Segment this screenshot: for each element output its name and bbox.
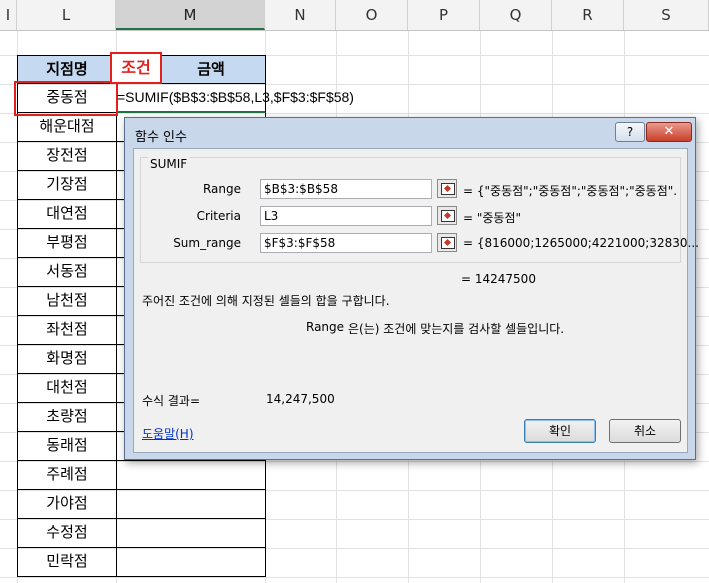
arguments-group: SUMIF Range $B$3:$B$58 = {"중동점";"중동점";"중…	[140, 157, 699, 263]
cancel-button[interactable]: 취소	[609, 419, 681, 443]
collapse-dialog-icon	[441, 237, 455, 249]
formula-result-label: 수식 결과=	[142, 394, 201, 408]
branch-cell[interactable]: 수정점	[17, 519, 117, 548]
sum-range-result: = {816000;1265000;4221000;32830...	[463, 236, 699, 250]
amount-cell[interactable]	[116, 519, 266, 548]
branch-cell[interactable]: 화명점	[17, 345, 117, 374]
column-header-o[interactable]: O	[336, 0, 408, 30]
branch-cell[interactable]: 동래점	[17, 432, 117, 461]
amount-cell[interactable]	[116, 461, 266, 490]
help-link[interactable]: 도움말(H)	[142, 425, 194, 442]
branch-cell[interactable]: 대연점	[17, 200, 117, 229]
branch-cell[interactable]: 대천점	[17, 374, 117, 403]
condition-label: 조건	[110, 52, 162, 84]
branch-cell[interactable]: 해운대점	[17, 113, 117, 142]
function-description: 주어진 조건에 의해 지정된 셀들의 합을 구합니다.	[142, 294, 390, 308]
collapse-dialog-icon	[441, 210, 455, 222]
close-button[interactable]: ✕	[646, 122, 692, 142]
range-input[interactable]: $B$3:$B$58	[260, 179, 432, 199]
branch-cell[interactable]: 가야점	[17, 490, 117, 519]
column-header-p[interactable]: P	[408, 0, 480, 30]
range-label: Range	[202, 182, 241, 196]
function-total-result: = 14247500	[461, 272, 536, 286]
criteria-result: = "중동점"	[463, 211, 522, 225]
criteria-collapse-button[interactable]	[437, 206, 457, 225]
branch-cell[interactable]: 부평점	[17, 229, 117, 258]
sum-range-collapse-button[interactable]	[437, 233, 457, 252]
dialog-title: 함수 인수	[135, 130, 187, 145]
formula-in-cell[interactable]: =SUMIF($B$3:$B$58,L3,$F$3:$F$58)	[117, 89, 354, 105]
range-result: = {"중동점";"중동점";"중동점";"중동점".	[463, 184, 678, 198]
sum-range-label: Sum_range	[173, 236, 241, 250]
sum-range-input[interactable]: $F$3:$F$58	[260, 233, 432, 253]
criteria-label: Criteria	[196, 209, 241, 223]
function-name-label: SUMIF	[148, 157, 190, 171]
branch-cell[interactable]: 주례점	[17, 461, 117, 490]
amount-cell[interactable]	[116, 490, 266, 519]
help-title-button[interactable]: ?	[615, 122, 645, 142]
collapse-dialog-icon	[441, 183, 455, 195]
branch-cell[interactable]: 민락점	[17, 548, 117, 577]
amount-cell[interactable]	[116, 548, 266, 577]
column-header-row: I L M N O P Q R S	[0, 0, 709, 31]
column-header-n[interactable]: N	[265, 0, 336, 30]
formula-result-value: 14,247,500	[266, 392, 335, 406]
column-header-m[interactable]: M	[116, 0, 265, 30]
ok-button[interactable]: 확인	[524, 419, 596, 443]
branch-cell[interactable]: 좌천점	[17, 316, 117, 345]
branch-cell[interactable]: 장전점	[17, 142, 117, 171]
column-header-r[interactable]: R	[552, 0, 624, 30]
column-header-s[interactable]: S	[624, 0, 709, 30]
function-arguments-dialog: 함수 인수 ? ✕ SUMIF Range $B$3:$B$58 = {"중동점…	[124, 117, 699, 460]
branch-cell[interactable]: 서동점	[17, 258, 117, 287]
column-header-q[interactable]: Q	[480, 0, 552, 30]
range-collapse-button[interactable]	[437, 179, 457, 198]
column-header-l[interactable]: L	[17, 0, 116, 30]
branch-cell[interactable]: 초량점	[17, 403, 117, 432]
column-header-i[interactable]: I	[0, 0, 17, 30]
argument-description: 은(는) 조건에 맞는지를 검사할 셀들입니다.	[348, 322, 565, 336]
header-cell-branch[interactable]: 지점명	[17, 55, 117, 84]
criteria-input[interactable]: L3	[260, 206, 432, 226]
branch-cell[interactable]: 남천점	[17, 287, 117, 316]
criteria-highlight-box	[14, 81, 118, 116]
branch-cell[interactable]: 기장점	[17, 171, 117, 200]
dialog-body: SUMIF Range $B$3:$B$58 = {"중동점";"중동점";"중…	[133, 148, 699, 453]
argument-description-name: Range	[306, 320, 345, 334]
